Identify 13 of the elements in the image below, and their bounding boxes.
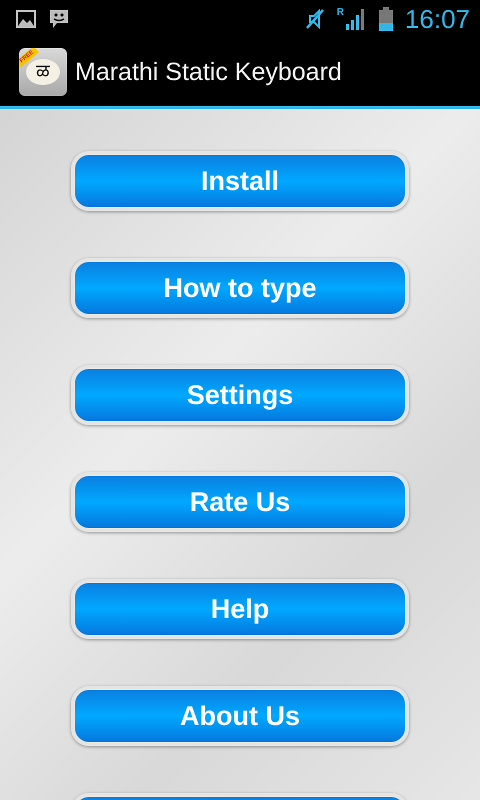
chat-icon <box>48 8 70 30</box>
menu-button[interactable]: About Us <box>71 686 409 746</box>
menu-button[interactable]: Install <box>71 151 409 211</box>
roaming-label: R <box>336 8 344 18</box>
mute-icon <box>304 8 325 30</box>
battery-icon <box>378 7 393 31</box>
signal-icon <box>344 8 367 30</box>
menu-button[interactable]: Help <box>71 579 409 639</box>
picture-icon <box>16 10 36 28</box>
menu-button[interactable]: Rate Us <box>71 472 409 532</box>
clock-time: 16:07 <box>404 4 470 34</box>
app-title: Marathi Static Keyboard <box>75 58 342 86</box>
menu-button[interactable]: Settings <box>71 365 409 425</box>
